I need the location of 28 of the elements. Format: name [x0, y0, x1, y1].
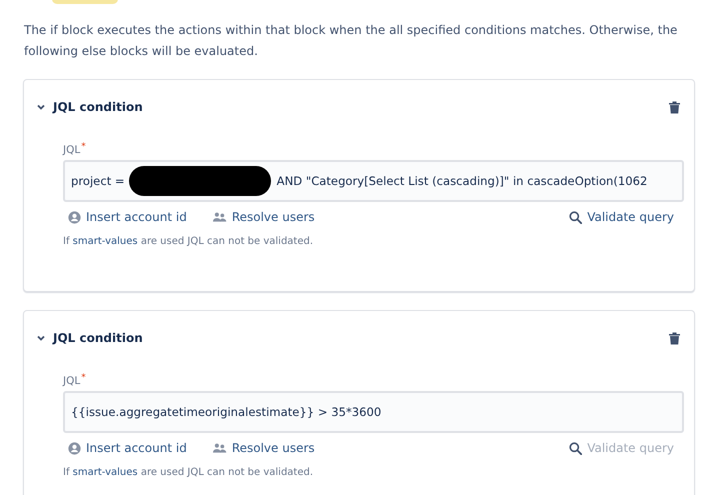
insert-account-link[interactable]: Insert account id	[68, 441, 187, 455]
validate-query-link[interactable]: Validate query	[569, 210, 674, 224]
jql-input-field[interactable]: {{issue.aggregatetimeoriginalestimate}} > 35*3600	[63, 391, 684, 433]
chevron-icon[interactable]	[36, 102, 46, 112]
resolve-users-link[interactable]: Resolve users	[212, 210, 315, 224]
chevron-icon[interactable]	[36, 333, 46, 343]
insert-account-link[interactable]: Insert account id	[68, 210, 187, 224]
trash-icon[interactable]	[669, 100, 680, 114]
help-text: If smart-values are used JQL can not be validated.	[63, 236, 314, 247]
required-mark: *	[81, 142, 86, 152]
resolve-users-link[interactable]: Resolve users	[212, 441, 315, 455]
field-label: JQL	[63, 375, 80, 387]
field-label: JQL	[63, 144, 80, 156]
users-icon	[212, 442, 227, 454]
user-icon	[68, 442, 81, 454]
smart-values-link[interactable]: smart-values	[72, 467, 138, 478]
user-icon	[68, 210, 81, 224]
condition-title: JQL condition	[53, 331, 143, 345]
trash-icon[interactable]	[669, 332, 680, 344]
condition-title: JQL condition	[53, 100, 143, 114]
help-text: If smart-values are used JQL can not be validated.	[63, 467, 314, 478]
smart-values-link[interactable]: smart-values	[72, 236, 138, 247]
description-text: The if block executes the actions within that block when the all specified conditions matches. Otherwise, the following else blocks will be evaluated.	[24, 22, 678, 60]
search-icon	[569, 210, 582, 224]
jql-input-field[interactable]: project = AND "Category[Select List (cascading)]" in cascadeOption(1062	[63, 160, 684, 202]
users-icon	[212, 211, 227, 223]
required-mark: *	[81, 373, 86, 383]
search-icon	[569, 442, 582, 454]
